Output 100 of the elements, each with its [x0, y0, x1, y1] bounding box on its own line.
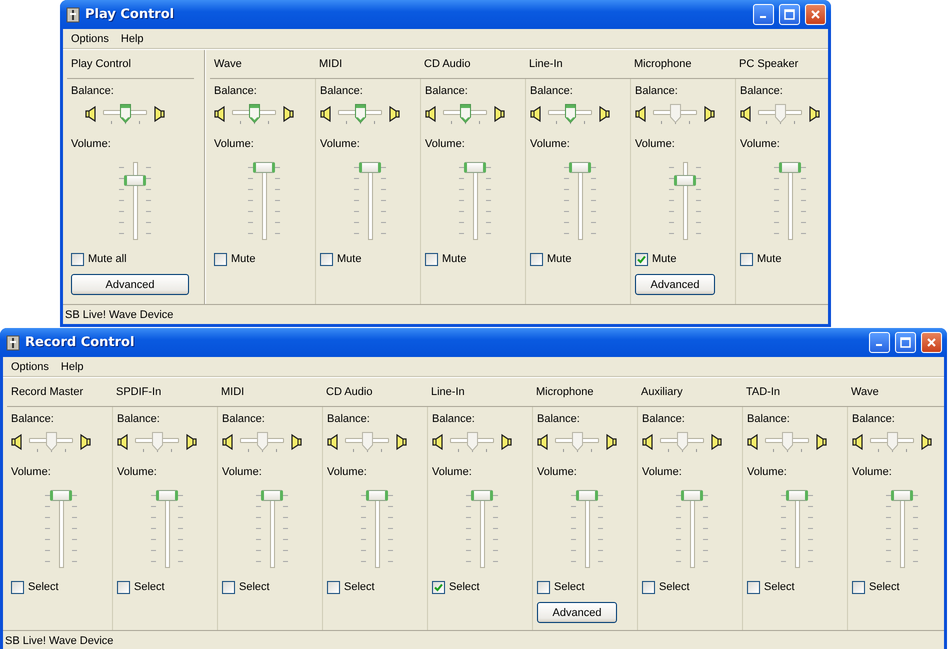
menu-item[interactable]: Help: [114, 32, 150, 44]
balance-slider[interactable]: [338, 104, 382, 124]
status-text: SB Live! Wave Device: [5, 634, 114, 646]
slider-thumb[interactable]: [50, 490, 72, 501]
slider-thumb[interactable]: [249, 104, 260, 123]
app-icon: [66, 6, 80, 22]
slider-thumb[interactable]: [355, 104, 366, 123]
checkbox[interactable]: [222, 580, 235, 594]
slider-thumb[interactable]: [124, 175, 146, 186]
checkbox[interactable]: [740, 252, 753, 266]
advanced-button[interactable]: Advanced: [537, 602, 617, 623]
slider-thumb[interactable]: [464, 162, 486, 173]
slider-thumb[interactable]: [359, 162, 381, 173]
slider-thumb[interactable]: [775, 104, 786, 123]
balance-label: Balance:: [747, 413, 791, 427]
checkbox[interactable]: [11, 580, 24, 594]
minimize-button[interactable]: [753, 4, 774, 25]
close-button[interactable]: [805, 4, 826, 25]
slider-thumb[interactable]: [677, 432, 688, 451]
speaker-icon: [290, 434, 302, 450]
slider-thumb[interactable]: [366, 490, 388, 501]
maximize-button[interactable]: [779, 4, 800, 25]
menu-item[interactable]: Help: [54, 360, 90, 372]
checkbox[interactable]: [425, 252, 438, 266]
channel-name: Auxiliary: [641, 386, 683, 398]
slider-thumb[interactable]: [257, 432, 268, 451]
balance-slider[interactable]: [660, 432, 704, 452]
checkbox[interactable]: [537, 580, 550, 594]
slider-thumb[interactable]: [565, 104, 576, 123]
menu-item[interactable]: Options: [5, 360, 55, 372]
balance-label: Balance:: [327, 413, 371, 427]
slider-thumb[interactable]: [569, 162, 591, 173]
maximize-button[interactable]: [895, 332, 916, 353]
balance-slider[interactable]: [232, 104, 276, 124]
checkbox[interactable]: [327, 580, 340, 594]
checkbox-label: Select: [344, 581, 375, 593]
minimize-button[interactable]: [869, 332, 890, 353]
channel-name: MIDI: [319, 58, 342, 70]
slider-thumb[interactable]: [670, 104, 681, 123]
balance-slider[interactable]: [240, 432, 284, 452]
slider-thumb[interactable]: [779, 162, 801, 173]
balance-slider[interactable]: [870, 432, 914, 452]
slider-thumb[interactable]: [887, 432, 898, 451]
slider-thumb[interactable]: [120, 104, 131, 123]
checkbox-label: Select: [869, 581, 900, 593]
volume-label: Volume:: [740, 138, 781, 152]
balance-slider[interactable]: [29, 432, 73, 452]
balance-slider[interactable]: [555, 432, 599, 452]
slider-thumb[interactable]: [674, 175, 696, 186]
slider-thumb[interactable]: [681, 490, 703, 501]
checkbox[interactable]: [747, 580, 760, 594]
slider-thumb[interactable]: [786, 490, 808, 501]
status-text: SB Live! Wave Device: [65, 308, 174, 320]
checkbox[interactable]: [852, 580, 865, 594]
balance-slider[interactable]: [450, 432, 494, 452]
checkbox[interactable]: [214, 252, 227, 266]
slider-thumb[interactable]: [576, 490, 598, 501]
balance-slider[interactable]: [345, 432, 389, 452]
advanced-button[interactable]: Advanced: [71, 274, 189, 295]
checkbox-label: Mute all: [88, 253, 127, 265]
channel-name: Wave: [214, 58, 242, 70]
balance-slider[interactable]: [548, 104, 592, 124]
slider-thumb[interactable]: [156, 490, 178, 501]
slider-thumb[interactable]: [891, 490, 913, 501]
checkbox[interactable]: [635, 252, 648, 266]
slider-thumb[interactable]: [460, 104, 471, 123]
balance-slider[interactable]: [103, 104, 147, 124]
advanced-button[interactable]: Advanced: [635, 274, 715, 295]
speaker-icon: [153, 106, 165, 122]
checkmark-icon: [434, 582, 443, 592]
speaker-icon: [79, 434, 91, 450]
checkbox[interactable]: [642, 580, 655, 594]
menu-item[interactable]: Options: [65, 32, 115, 44]
slider-thumb[interactable]: [572, 432, 583, 451]
slider-thumb[interactable]: [261, 490, 283, 501]
speaker-icon: [852, 434, 864, 450]
slider-thumb[interactable]: [362, 432, 373, 451]
checkbox-label: Select: [659, 581, 690, 593]
checkbox[interactable]: [71, 252, 84, 266]
slider-thumb[interactable]: [253, 162, 275, 173]
slider-thumb[interactable]: [152, 432, 163, 451]
checkbox[interactable]: [320, 252, 333, 266]
speaker-icon: [808, 106, 820, 122]
balance-slider[interactable]: [443, 104, 487, 124]
balance-slider[interactable]: [758, 104, 802, 124]
checkbox[interactable]: [432, 580, 445, 594]
speaker-icon: [815, 434, 827, 450]
balance-slider[interactable]: [653, 104, 697, 124]
balance-slider[interactable]: [135, 432, 179, 452]
channel-name: Record Master: [11, 386, 84, 398]
checkbox[interactable]: [117, 580, 130, 594]
speaker-icon: [710, 434, 722, 450]
slider-thumb[interactable]: [467, 432, 478, 451]
close-button[interactable]: [921, 332, 942, 353]
slider-thumb[interactable]: [782, 432, 793, 451]
volume-label: Volume:: [320, 138, 361, 152]
slider-thumb[interactable]: [46, 432, 57, 451]
checkbox[interactable]: [530, 252, 543, 266]
balance-slider[interactable]: [765, 432, 809, 452]
slider-thumb[interactable]: [471, 490, 493, 501]
